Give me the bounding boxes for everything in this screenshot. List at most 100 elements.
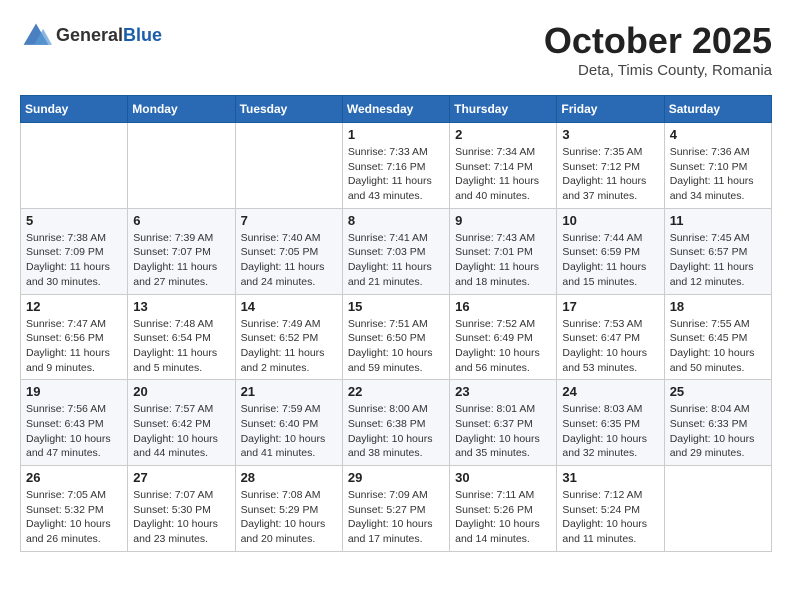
calendar-cell: 29 Sunrise: 7:09 AM Sunset: 5:27 PM Dayli… <box>342 466 449 552</box>
logo: GeneralBlue <box>20 20 162 52</box>
calendar-cell: 20Sunrise: 7:57 AM Sunset: 6:42 PM Dayli… <box>128 380 235 466</box>
calendar-cell: 21 Sunrise: 7:59 AM Sunset: 6:40 PM Dayli… <box>235 380 342 466</box>
day-number: 6 <box>133 213 229 228</box>
page-header: GeneralBlue October 2025 Deta, Timis Cou… <box>20 20 772 79</box>
day-number: 29 <box>348 470 444 485</box>
calendar-cell: 25 Sunrise: 8:04 AM Sunset: 6:33 PM Dayli… <box>664 380 771 466</box>
calendar-cell <box>664 466 771 552</box>
weekday-header-monday: Monday <box>128 96 235 123</box>
calendar-cell: 1 Sunrise: 7:33 AM Sunset: 7:16 PM Daylig… <box>342 123 449 209</box>
logo-text-general: General <box>56 25 123 45</box>
day-number: 24 <box>562 384 658 399</box>
day-info: Sunrise: 7:05 AM Sunset: 5:32 PM Dayligh… <box>26 488 122 547</box>
day-number: 1 <box>348 127 444 142</box>
weekday-header-friday: Friday <box>557 96 664 123</box>
day-number: 26 <box>26 470 122 485</box>
day-number: 28 <box>241 470 337 485</box>
day-info: Sunrise: 7:11 AM Sunset: 5:26 PM Dayligh… <box>455 488 551 547</box>
day-number: 16 <box>455 299 551 314</box>
day-number: 7 <box>241 213 337 228</box>
day-number: 21 <box>241 384 337 399</box>
day-number: 14 <box>241 299 337 314</box>
day-number: 13 <box>133 299 229 314</box>
calendar-cell: 13 Sunrise: 7:48 AM Sunset: 6:54 PM Dayli… <box>128 294 235 380</box>
day-info: Sunrise: 7:38 AM Sunset: 7:09 PM Dayligh… <box>26 231 122 290</box>
day-info: Sunrise: 7:35 AM Sunset: 7:12 PM Dayligh… <box>562 145 658 204</box>
day-info: Sunrise: 7:56 AM Sunset: 6:43 PM Dayligh… <box>26 402 122 461</box>
day-number: 12 <box>26 299 122 314</box>
day-number: 25 <box>670 384 766 399</box>
calendar-cell: 8Sunrise: 7:41 AM Sunset: 7:03 PM Daylig… <box>342 208 449 294</box>
weekday-header-sunday: Sunday <box>21 96 128 123</box>
day-number: 5 <box>26 213 122 228</box>
day-info: Sunrise: 7:41 AM Sunset: 7:03 PM Dayligh… <box>348 231 444 290</box>
day-number: 30 <box>455 470 551 485</box>
day-info: Sunrise: 8:00 AM Sunset: 6:38 PM Dayligh… <box>348 402 444 461</box>
calendar-cell: 9Sunrise: 7:43 AM Sunset: 7:01 PM Daylig… <box>450 208 557 294</box>
calendar-cell: 22 Sunrise: 8:00 AM Sunset: 6:38 PM Dayli… <box>342 380 449 466</box>
day-info: Sunrise: 7:36 AM Sunset: 7:10 PM Dayligh… <box>670 145 766 204</box>
day-number: 27 <box>133 470 229 485</box>
day-info: Sunrise: 7:09 AM Sunset: 5:27 PM Dayligh… <box>348 488 444 547</box>
calendar-cell: 3 Sunrise: 7:35 AM Sunset: 7:12 PM Daylig… <box>557 123 664 209</box>
day-info: Sunrise: 7:12 AM Sunset: 5:24 PM Dayligh… <box>562 488 658 547</box>
logo-text-blue: Blue <box>123 25 162 45</box>
calendar-cell: 14Sunrise: 7:49 AM Sunset: 6:52 PM Dayli… <box>235 294 342 380</box>
day-info: Sunrise: 7:48 AM Sunset: 6:54 PM Dayligh… <box>133 317 229 376</box>
calendar-cell: 15 Sunrise: 7:51 AM Sunset: 6:50 PM Dayli… <box>342 294 449 380</box>
day-info: Sunrise: 7:51 AM Sunset: 6:50 PM Dayligh… <box>348 317 444 376</box>
calendar-cell: 24 Sunrise: 8:03 AM Sunset: 6:35 PM Dayli… <box>557 380 664 466</box>
day-number: 10 <box>562 213 658 228</box>
day-number: 18 <box>670 299 766 314</box>
day-info: Sunrise: 7:52 AM Sunset: 6:49 PM Dayligh… <box>455 317 551 376</box>
day-info: Sunrise: 7:08 AM Sunset: 5:29 PM Dayligh… <box>241 488 337 547</box>
day-info: Sunrise: 8:04 AM Sunset: 6:33 PM Dayligh… <box>670 402 766 461</box>
day-info: Sunrise: 7:07 AM Sunset: 5:30 PM Dayligh… <box>133 488 229 547</box>
calendar-cell <box>128 123 235 209</box>
calendar-cell: 31 Sunrise: 7:12 AM Sunset: 5:24 PM Dayli… <box>557 466 664 552</box>
day-info: Sunrise: 7:55 AM Sunset: 6:45 PM Dayligh… <box>670 317 766 376</box>
title-block: October 2025 Deta, Timis County, Romania <box>544 20 772 79</box>
calendar-cell: 26 Sunrise: 7:05 AM Sunset: 5:32 PM Dayli… <box>21 466 128 552</box>
day-number: 23 <box>455 384 551 399</box>
calendar-cell: 11Sunrise: 7:45 AM Sunset: 6:57 PM Dayli… <box>664 208 771 294</box>
calendar-cell: 27 Sunrise: 7:07 AM Sunset: 5:30 PM Dayli… <box>128 466 235 552</box>
weekday-header-wednesday: Wednesday <box>342 96 449 123</box>
calendar-cell: 28 Sunrise: 7:08 AM Sunset: 5:29 PM Dayli… <box>235 466 342 552</box>
day-info: Sunrise: 7:43 AM Sunset: 7:01 PM Dayligh… <box>455 231 551 290</box>
day-info: Sunrise: 7:33 AM Sunset: 7:16 PM Dayligh… <box>348 145 444 204</box>
day-info: Sunrise: 7:47 AM Sunset: 6:56 PM Dayligh… <box>26 317 122 376</box>
calendar-cell: 19 Sunrise: 7:56 AM Sunset: 6:43 PM Dayli… <box>21 380 128 466</box>
calendar-cell: 12 Sunrise: 7:47 AM Sunset: 6:56 PM Dayli… <box>21 294 128 380</box>
day-number: 20 <box>133 384 229 399</box>
day-info: Sunrise: 7:44 AM Sunset: 6:59 PM Dayligh… <box>562 231 658 290</box>
day-number: 31 <box>562 470 658 485</box>
day-number: 11 <box>670 213 766 228</box>
day-info: Sunrise: 7:40 AM Sunset: 7:05 PM Dayligh… <box>241 231 337 290</box>
calendar-cell <box>21 123 128 209</box>
calendar-cell <box>235 123 342 209</box>
weekday-header-thursday: Thursday <box>450 96 557 123</box>
day-number: 17 <box>562 299 658 314</box>
day-number: 4 <box>670 127 766 142</box>
day-info: Sunrise: 8:03 AM Sunset: 6:35 PM Dayligh… <box>562 402 658 461</box>
day-number: 3 <box>562 127 658 142</box>
day-info: Sunrise: 8:01 AM Sunset: 6:37 PM Dayligh… <box>455 402 551 461</box>
calendar-cell: 10 Sunrise: 7:44 AM Sunset: 6:59 PM Dayli… <box>557 208 664 294</box>
calendar-cell: 2Sunrise: 7:34 AM Sunset: 7:14 PM Daylig… <box>450 123 557 209</box>
calendar-cell: 18 Sunrise: 7:55 AM Sunset: 6:45 PM Dayli… <box>664 294 771 380</box>
day-info: Sunrise: 7:59 AM Sunset: 6:40 PM Dayligh… <box>241 402 337 461</box>
calendar-cell: 23 Sunrise: 8:01 AM Sunset: 6:37 PM Dayli… <box>450 380 557 466</box>
day-number: 15 <box>348 299 444 314</box>
calendar-cell: 7 Sunrise: 7:40 AM Sunset: 7:05 PM Daylig… <box>235 208 342 294</box>
calendar-cell: 4 Sunrise: 7:36 AM Sunset: 7:10 PM Daylig… <box>664 123 771 209</box>
day-number: 19 <box>26 384 122 399</box>
calendar-cell: 17Sunrise: 7:53 AM Sunset: 6:47 PM Dayli… <box>557 294 664 380</box>
location-text: Deta, Timis County, Romania <box>544 62 772 79</box>
calendar-cell: 6Sunrise: 7:39 AM Sunset: 7:07 PM Daylig… <box>128 208 235 294</box>
day-number: 22 <box>348 384 444 399</box>
day-info: Sunrise: 7:34 AM Sunset: 7:14 PM Dayligh… <box>455 145 551 204</box>
calendar-cell: 5 Sunrise: 7:38 AM Sunset: 7:09 PM Daylig… <box>21 208 128 294</box>
weekday-header-saturday: Saturday <box>664 96 771 123</box>
calendar-cell: 30 Sunrise: 7:11 AM Sunset: 5:26 PM Dayli… <box>450 466 557 552</box>
